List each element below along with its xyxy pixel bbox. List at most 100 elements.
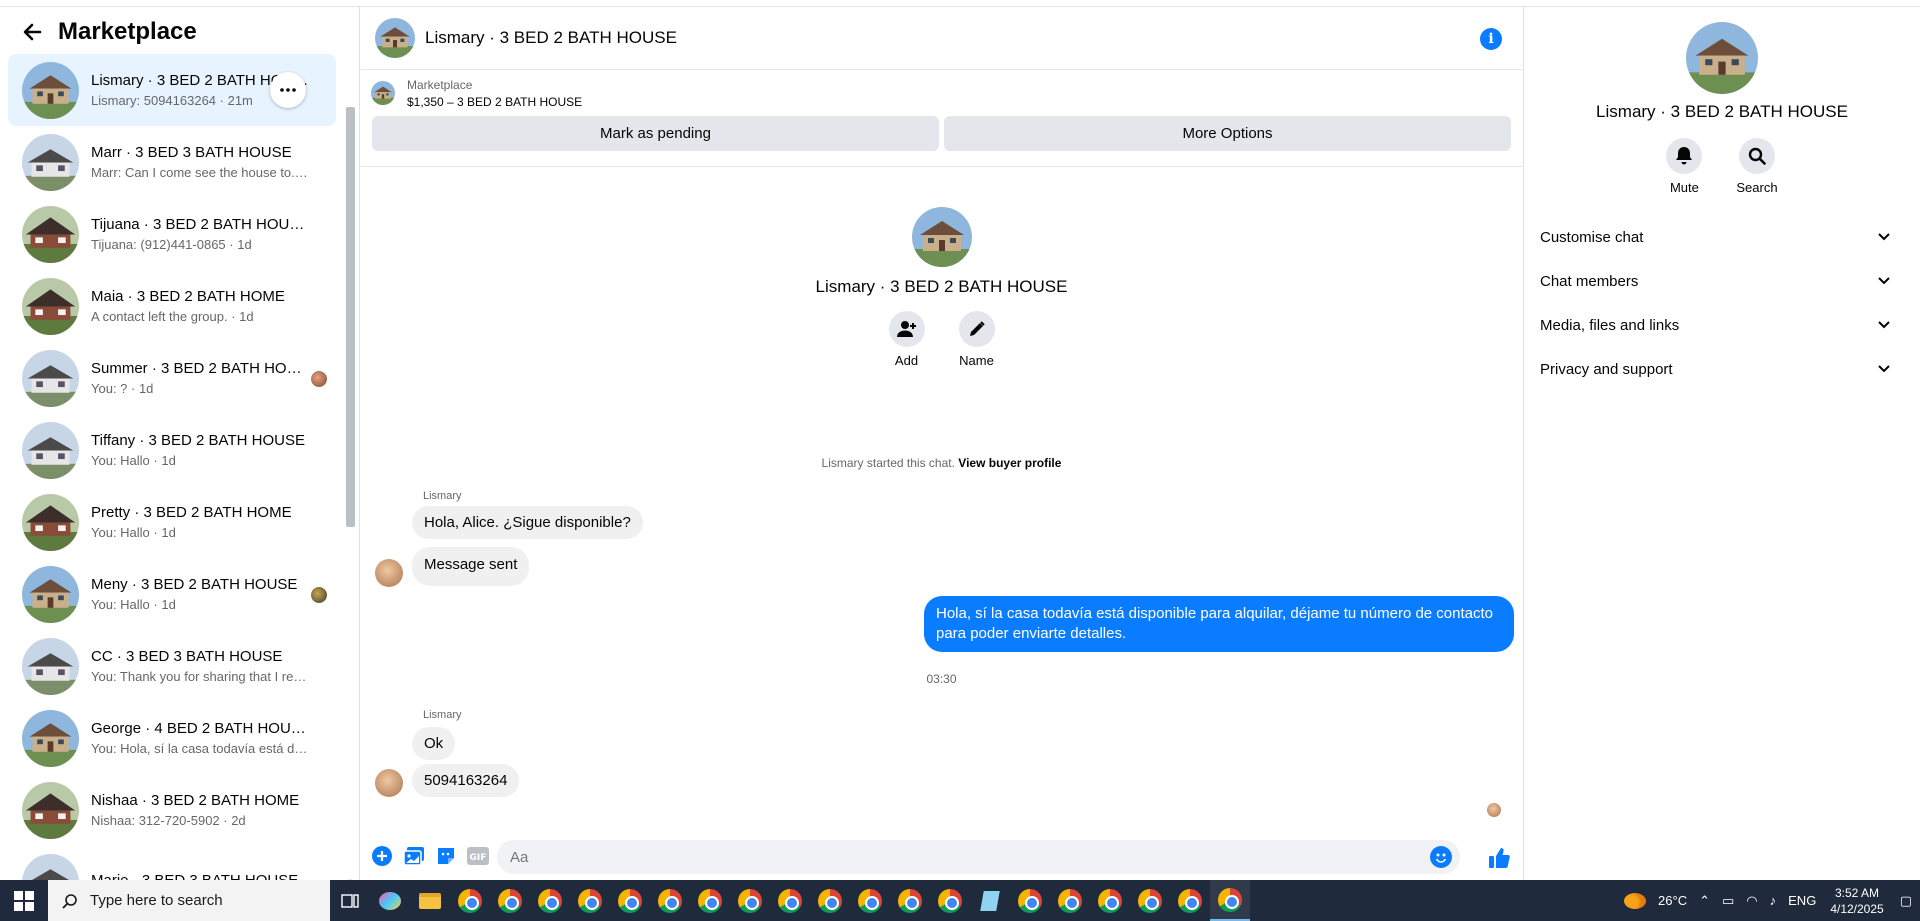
sidebar-scrollbar[interactable]: ▾: [345, 107, 355, 880]
taskbar-search[interactable]: Type here to search: [48, 880, 330, 921]
conversation-item-pretty[interactable]: Pretty · 3 BED 2 BATH HOME You: Hallo · …: [8, 486, 336, 558]
chrome-icon[interactable]: [530, 880, 570, 921]
windows-start-icon[interactable]: [0, 880, 48, 921]
chat-avatar[interactable]: [375, 18, 415, 58]
media-files-links-item[interactable]: Media, files and links: [1524, 303, 1920, 347]
message-composer: GIF: [361, 832, 1522, 880]
chrome-icon-active[interactable]: [1210, 880, 1250, 921]
search-icon: [1738, 138, 1775, 174]
chrome-icon[interactable]: [690, 880, 730, 921]
my-message-bubble[interactable]: Hola, sí la casa todavía está disponible…: [924, 596, 1514, 652]
chevron-down-icon: [1878, 365, 1890, 373]
conversation-title: Tiffany · 3 BED 2 BATH HOUSE: [91, 432, 305, 449]
conversation-title: Maia · 3 BED 2 BATH HOME: [91, 288, 285, 305]
conversation-item-lismary[interactable]: Lismary · 3 BED 2 BATH HOUSE Lismary: 50…: [8, 54, 336, 126]
chat-started-notice: Lismary started this chat. View buyer pr…: [361, 456, 1522, 470]
info-icon[interactable]: i: [1480, 28, 1502, 50]
privacy-support-item[interactable]: Privacy and support: [1524, 347, 1920, 391]
name-chat-button[interactable]: Name: [958, 311, 995, 368]
message-bubble[interactable]: Ok: [412, 727, 456, 760]
wifi-icon[interactable]: ◠: [1746, 893, 1757, 909]
more-options-icon[interactable]: [270, 72, 306, 108]
chrome-icon[interactable]: [1170, 880, 1210, 921]
conversation-title: CC · 3 BED 3 BATH HOUSE: [91, 648, 283, 665]
chrome-icon[interactable]: [490, 880, 530, 921]
conversation-preview: You: Thank you for sharing that I re... …: [91, 669, 309, 684]
chrome-icon[interactable]: [1130, 880, 1170, 921]
message-bubble[interactable]: 5094163264: [412, 764, 520, 797]
chevron-down-icon: [1878, 233, 1890, 241]
message-sender: Lismary: [423, 709, 462, 721]
back-arrow-icon[interactable]: [18, 18, 46, 46]
chrome-icon[interactable]: [650, 880, 690, 921]
pencil-icon: [958, 311, 995, 347]
conversation-item-tijuana[interactable]: Tijuana · 3 BED 2 BATH HOUSE Tijuana: (9…: [8, 198, 336, 270]
temperature[interactable]: 26°C: [1658, 893, 1687, 908]
clock-time: 3:52 AM: [1834, 885, 1880, 900]
conversation-thumbnail: [22, 134, 79, 191]
listing-thumbnail[interactable]: [371, 81, 395, 105]
emoji-icon[interactable]: [1430, 846, 1452, 868]
conversation-item-marie[interactable]: Marie · 3 BED 3 BATH HOUSE: [8, 846, 336, 880]
meet-icon[interactable]: ▭: [1722, 893, 1734, 909]
more-options-button[interactable]: More Options: [944, 116, 1511, 151]
started-text: Lismary started this chat.: [821, 456, 955, 470]
sender-avatar[interactable]: [375, 559, 403, 587]
file-explorer-icon[interactable]: [410, 880, 450, 921]
chrome-icon[interactable]: [610, 880, 650, 921]
thumbs-up-icon[interactable]: [1487, 846, 1511, 870]
clock-date: 4/12/2025: [1830, 901, 1884, 916]
paint-app-icon[interactable]: [370, 880, 410, 921]
volume-icon[interactable]: ♪: [1770, 893, 1777, 908]
photo-icon[interactable]: [403, 845, 425, 867]
messenger-app: Marketplace Lismary · 3 BED 2 BATH HOUSE…: [0, 0, 1920, 880]
weather-icon[interactable]: [1624, 892, 1647, 909]
add-people-button[interactable]: Add: [888, 311, 925, 368]
conversation-item-maia[interactable]: Maia · 3 BED 2 BATH HOME A contact left …: [8, 270, 336, 342]
chrome-icon[interactable]: [930, 880, 970, 921]
intro-avatar: [912, 207, 972, 267]
chrome-icon[interactable]: [890, 880, 930, 921]
chat-title[interactable]: Lismary · 3 BED 2 BATH HOUSE: [425, 28, 677, 48]
conversation-item-nishaa[interactable]: Nishaa · 3 BED 2 BATH HOME Nishaa: 312-7…: [8, 774, 336, 846]
clock[interactable]: 3:52 AM 4/12/2025: [1830, 885, 1883, 917]
plus-icon[interactable]: [371, 845, 393, 867]
chrome-icon[interactable]: [730, 880, 770, 921]
listing-price[interactable]: $1,350 – 3 BED 2 BATH HOUSE: [407, 95, 582, 109]
conversation-item-tiffany[interactable]: Tiffany · 3 BED 2 BATH HOUSE You: Hallo …: [8, 414, 336, 486]
mute-button[interactable]: Mute: [1666, 138, 1703, 195]
task-view-icon[interactable]: [330, 880, 370, 921]
notification-icon[interactable]: ▢: [1900, 893, 1912, 909]
view-buyer-profile-link[interactable]: View buyer profile: [958, 456, 1061, 470]
language-indicator[interactable]: ENG: [1788, 893, 1816, 908]
message-bubble[interactable]: Message sent: [412, 547, 530, 586]
mark-as-pending-button[interactable]: Mark as pending: [372, 116, 939, 151]
message-input[interactable]: [497, 840, 1397, 874]
chrome-icon[interactable]: [1090, 880, 1130, 921]
intro-title: Lismary · 3 BED 2 BATH HOUSE: [815, 277, 1068, 296]
chrome-icon[interactable]: [570, 880, 610, 921]
chevron-up-icon[interactable]: ⌃: [1699, 893, 1710, 909]
search-in-chat-button[interactable]: Search: [1736, 138, 1778, 195]
chrome-icon[interactable]: [1010, 880, 1050, 921]
scrollbar-thumb[interactable]: [346, 107, 355, 527]
conversation-item-meny[interactable]: Meny · 3 BED 2 BATH HOUSE You: Hallo · 1…: [8, 558, 336, 630]
sender-avatar[interactable]: [375, 769, 403, 797]
chrome-icon[interactable]: [450, 880, 490, 921]
notepad-icon[interactable]: [970, 880, 1010, 921]
conversation-item-george[interactable]: George · 4 BED 2 BATH HOUSE You: Hola, s…: [8, 702, 336, 774]
chrome-icon[interactable]: [850, 880, 890, 921]
conversation-item-marr[interactable]: Marr · 3 BED 3 BATH HOUSE Marr: Can I co…: [8, 126, 336, 198]
chat-members-item[interactable]: Chat members: [1524, 259, 1920, 303]
chrome-icon[interactable]: [770, 880, 810, 921]
conversation-item-cc[interactable]: CC · 3 BED 3 BATH HOUSE You: Thank you f…: [8, 630, 336, 702]
sticker-icon[interactable]: [435, 845, 457, 867]
message-bubble[interactable]: Hola, Alice. ¿Sigue disponible?: [412, 506, 643, 539]
time-separator: 03:30: [926, 672, 957, 686]
chrome-icon[interactable]: [1050, 880, 1090, 921]
chrome-icon[interactable]: [810, 880, 850, 921]
gif-icon[interactable]: GIF: [467, 845, 489, 867]
customise-chat-item[interactable]: Customise chat: [1524, 215, 1920, 259]
conversation-title: George · 4 BED 2 BATH HOUSE: [91, 720, 309, 737]
conversation-item-summer[interactable]: Summer · 3 BED 2 BATH HOU... You: ? · 1d: [8, 342, 336, 414]
